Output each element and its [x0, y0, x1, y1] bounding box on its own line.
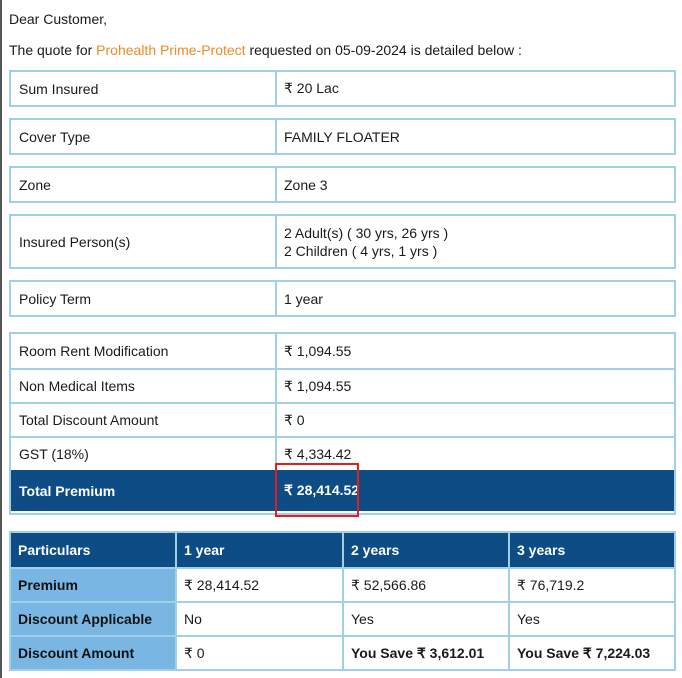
particulars-table: Particulars 1 year 2 years 3 years Premi… [9, 531, 676, 671]
header-3-years: 3 years [517, 542, 566, 558]
discount-value: ₹ 0 [284, 411, 305, 428]
zone-box: Zone Zone 3 [9, 166, 676, 203]
discount-applicable-label: Discount Applicable [11, 603, 177, 635]
zone-label: Zone [11, 168, 277, 201]
premium-3-years: ₹ 76,719.2 [517, 576, 585, 593]
discount-applicable-2-years: Yes [344, 603, 510, 635]
insured-persons-box: Insured Person(s) 2 Adult(s) ( 30 yrs, 2… [9, 214, 676, 269]
table-row: Sum Insured ₹ 20 Lac [11, 72, 674, 105]
policy-term-value: 1 year [284, 290, 323, 307]
particulars-header-row: Particulars 1 year 2 years 3 years [11, 533, 674, 567]
discount-applicable-3-years: Yes [517, 611, 540, 627]
table-row: Discount Amount ₹ 0 You Save ₹ 3,612.01 … [11, 635, 674, 669]
table-row: Discount Applicable No Yes Yes [11, 601, 674, 635]
sum-insured-label: Sum Insured [11, 72, 277, 105]
left-border [0, 0, 2, 678]
room-rent-label: Room Rent Modification [11, 334, 277, 368]
table-row: Premium ₹ 28,414.52 ₹ 52,566.86 ₹ 76,719… [11, 567, 674, 601]
discount-amount-3-years: You Save ₹ 7,224.03 [517, 644, 651, 661]
greeting: Dear Customer, [9, 11, 108, 27]
header-2-years: 2 years [344, 533, 510, 567]
policy-term-label: Policy Term [11, 282, 277, 315]
insured-children: 2 Children ( 4 yrs, 1 yrs ) [284, 242, 438, 259]
total-premium-highlight [275, 463, 359, 517]
header-1-year: 1 year [177, 533, 344, 567]
discount-amount-2-years: You Save ₹ 3,612.01 [344, 637, 510, 669]
insured-persons-label: Insured Person(s) [11, 216, 277, 267]
discount-applicable-1-year: No [177, 603, 344, 635]
cover-type-value: FAMILY FLOATER [284, 128, 400, 145]
header-particulars: Particulars [11, 533, 177, 567]
discount-label: Total Discount Amount [11, 404, 277, 436]
policy-term-box: Policy Term 1 year [9, 280, 676, 317]
room-rent-value: ₹ 1,094.55 [284, 342, 352, 359]
non-medical-label: Non Medical Items [11, 370, 277, 402]
intro-text: The quote for Prohealth Prime-Protect re… [9, 42, 522, 58]
table-row: Policy Term 1 year [11, 282, 674, 315]
table-row: Insured Person(s) 2 Adult(s) ( 30 yrs, 2… [11, 216, 674, 267]
table-row: Room Rent Modification ₹ 1,094.55 [11, 334, 674, 368]
discount-amount-1-year: ₹ 0 [177, 637, 344, 669]
premium-1-year: ₹ 28,414.52 [177, 569, 344, 601]
sum-insured-box: Sum Insured ₹ 20 Lac [9, 70, 676, 107]
quote-date: 05-09-2024 [335, 42, 407, 58]
intro-suffix: is detailed below : [406, 42, 522, 58]
zone-value: Zone 3 [284, 176, 328, 193]
table-row: Cover Type FAMILY FLOATER [11, 120, 674, 153]
total-premium-label: Total Premium [11, 470, 277, 511]
table-row: Non Medical Items ₹ 1,094.55 [11, 368, 674, 402]
product-name: Prohealth Prime-Protect [96, 42, 246, 58]
premium-label: Premium [11, 569, 177, 601]
table-row: Total Discount Amount ₹ 0 [11, 402, 674, 436]
cover-type-label: Cover Type [11, 120, 277, 153]
intro-prefix: The quote for [9, 42, 97, 58]
table-row: Zone Zone 3 [11, 168, 674, 201]
gst-label: GST (18%) [11, 438, 277, 470]
cover-type-box: Cover Type FAMILY FLOATER [9, 118, 676, 155]
insured-adults: 2 Adult(s) ( 30 yrs, 26 yrs ) [284, 224, 449, 241]
non-medical-value: ₹ 1,094.55 [284, 377, 352, 394]
discount-amount-label: Discount Amount [11, 637, 177, 669]
insured-persons-value: 2 Adult(s) ( 30 yrs, 26 yrs ) 2 Children… [277, 216, 674, 267]
premium-2-years: ₹ 52,566.86 [344, 569, 510, 601]
sum-insured-value: ₹ 20 Lac [284, 80, 339, 96]
intro-middle: requested on [245, 42, 336, 58]
